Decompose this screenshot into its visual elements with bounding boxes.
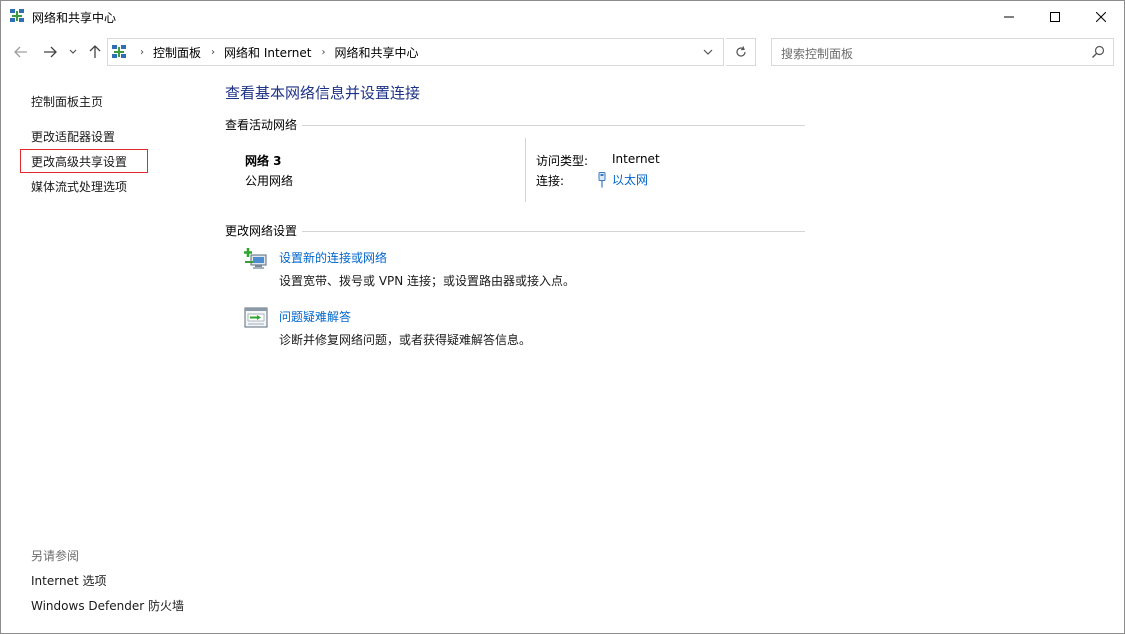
up-button[interactable] (85, 42, 105, 62)
arrow-right-icon (44, 46, 57, 58)
recent-locations-button[interactable] (67, 42, 79, 62)
control-panel-home-link[interactable]: 控制面板主页 (31, 93, 103, 110)
ethernet-cable-icon (598, 171, 606, 187)
search-icon[interactable] (1091, 45, 1105, 59)
network-icon (112, 45, 126, 58)
arrow-left-icon (14, 46, 27, 58)
navigation-bar: › 控制面板 › 网络和 Internet › 网络和共享中心 搜索控制面板 (1, 32, 1124, 76)
window-title: 网络和共享中心 (32, 11, 117, 25)
breadcrumb-item-network-sharing-center[interactable]: 网络和共享中心 (334, 44, 418, 61)
maximize-button[interactable] (1032, 1, 1078, 32)
troubleshoot-desc: 诊断并修复网络问题，或者获得疑难解答信息。 (279, 333, 532, 347)
sidebar-item-adapter-settings[interactable]: 更改适配器设置 (31, 128, 115, 145)
breadcrumb: › 控制面板 › 网络和 Internet › 网络和共享中心 (130, 39, 419, 65)
search-placeholder: 搜索控制面板 (781, 47, 854, 61)
page-title: 查看基本网络信息并设置连接 (225, 84, 421, 102)
section-divider (302, 125, 805, 126)
chevron-down-icon (703, 49, 713, 55)
close-button[interactable] (1078, 1, 1124, 32)
left-task-pane: 控制面板主页 更改适配器设置 更改高级共享设置 媒体流式处理选项 另请参阅 In… (1, 76, 211, 631)
sidebar-item-media-streaming[interactable]: 媒体流式处理选项 (31, 178, 127, 195)
address-dropdown-button[interactable] (701, 45, 715, 59)
troubleshoot-icon (244, 307, 268, 328)
ethernet-connection-link[interactable]: 以太网 (597, 171, 648, 188)
section-divider (302, 231, 805, 232)
see-also-defender-firewall[interactable]: Windows Defender 防火墙 (31, 597, 184, 614)
breadcrumb-item-control-panel[interactable]: 控制面板 (153, 44, 201, 61)
troubleshoot-link[interactable]: 问题疑难解答 (279, 308, 351, 325)
network-profile-link[interactable]: 公用网络 (245, 172, 293, 189)
refresh-icon (735, 46, 746, 57)
refresh-button[interactable] (726, 38, 756, 66)
breadcrumb-separator-icon[interactable]: › (321, 47, 325, 58)
active-networks-heading: 查看活动网络 (225, 118, 298, 132)
new-connection-icon (244, 248, 267, 269)
breadcrumb-separator-icon[interactable]: › (140, 47, 144, 58)
setup-new-connection-desc: 设置宽带、拨号或 VPN 连接；或设置路由器或接入点。 (279, 274, 576, 288)
sidebar-item-advanced-sharing[interactable]: 更改高级共享设置 (31, 153, 127, 170)
ethernet-connection-label[interactable]: 以太网 (612, 171, 648, 188)
address-bar[interactable]: › 控制面板 › 网络和 Internet › 网络和共享中心 (107, 38, 724, 66)
forward-button[interactable] (40, 42, 60, 62)
back-button[interactable] (11, 42, 31, 62)
breadcrumb-item-network-internet[interactable]: 网络和 Internet (224, 44, 311, 61)
maximize-icon (1050, 11, 1060, 22)
minimize-button[interactable] (986, 1, 1032, 32)
network-name: 网络 3 (245, 154, 282, 168)
arrow-up-icon (89, 45, 101, 58)
title-bar: 网络和共享中心 (1, 1, 1124, 32)
breadcrumb-separator-icon[interactable]: › (211, 47, 215, 58)
access-type-label: 访问类型: (536, 154, 589, 168)
change-settings-heading: 更改网络设置 (225, 224, 298, 238)
setup-new-connection-link[interactable]: 设置新的连接或网络 (279, 249, 387, 266)
see-also-heading: 另请参阅 (31, 549, 80, 563)
access-type-value: Internet (612, 152, 660, 166)
connection-label: 连接: (536, 174, 565, 188)
chevron-down-icon (69, 49, 77, 54)
see-also-internet-options[interactable]: Internet 选项 (31, 572, 106, 589)
close-icon (1096, 11, 1106, 22)
network-sharing-center-window: 网络和共享中心 › 控制面板 › 网络和 Internet › 网络和共享中心 … (0, 0, 1125, 634)
network-icon (10, 9, 24, 22)
minimize-icon (1004, 16, 1014, 17)
search-input[interactable]: 搜索控制面板 (771, 38, 1114, 66)
vertical-divider (525, 138, 526, 202)
